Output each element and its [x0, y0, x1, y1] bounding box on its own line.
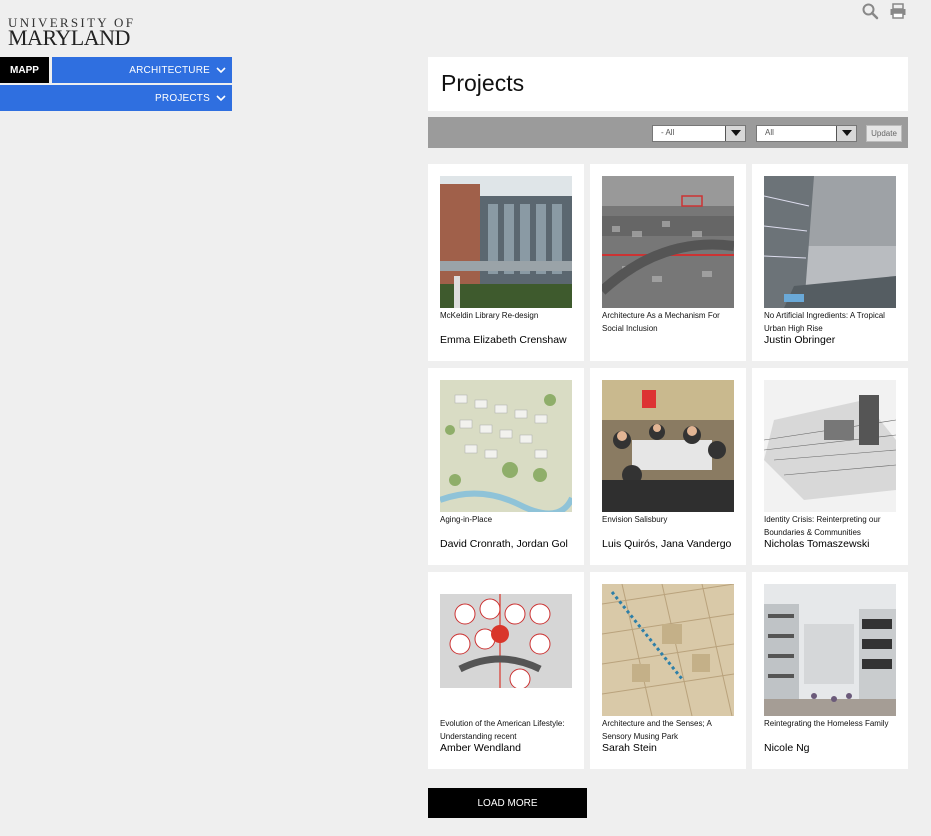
project-card[interactable]: Evolution of the American Lifestyle: Und…: [428, 572, 584, 769]
project-author[interactable]: Justin Obringer: [764, 334, 904, 346]
page-title-box: Projects: [428, 57, 908, 111]
dropdown-arrow-icon: [836, 126, 856, 141]
chevron-down-icon: [216, 95, 226, 102]
header-tools: [861, 2, 907, 20]
project-title[interactable]: McKeldin Library Re-design: [440, 309, 576, 322]
page-title: Projects: [441, 70, 525, 96]
nav-projects-label: PROJECTS: [155, 92, 210, 104]
project-thumbnail[interactable]: [440, 380, 572, 512]
project-card[interactable]: Reintegrating the Homeless Family Nicole…: [752, 572, 908, 769]
project-card[interactable]: Envision Salisbury Luis Quirós, Jana Van…: [590, 368, 746, 565]
project-thumbnail[interactable]: [764, 176, 896, 308]
project-title[interactable]: Envision Salisbury: [602, 513, 738, 526]
print-icon[interactable]: [889, 2, 907, 20]
project-title[interactable]: Evolution of the American Lifestyle: Und…: [440, 717, 576, 743]
filter-select-2[interactable]: All: [756, 125, 857, 142]
filter-bar: - All All Update: [428, 117, 908, 148]
dropdown-arrow-icon: [725, 126, 745, 141]
project-author[interactable]: David Cronrath, Jordan Gol: [440, 538, 580, 550]
project-author[interactable]: Nicole Ng: [764, 742, 904, 754]
project-thumbnail[interactable]: [440, 176, 572, 308]
filter-select-1-value: - All: [661, 128, 675, 137]
filter-select-1[interactable]: - All: [652, 125, 746, 142]
project-thumbnail[interactable]: [440, 584, 572, 716]
project-title[interactable]: Identity Crisis: Reinterpreting our Boun…: [764, 513, 900, 539]
project-title[interactable]: No Artificial Ingredients: A Tropical Ur…: [764, 309, 900, 335]
nav-projects[interactable]: PROJECTS: [0, 85, 232, 111]
project-card[interactable]: Aging-in-Place David Cronrath, Jordan Go…: [428, 368, 584, 565]
project-author[interactable]: Sarah Stein: [602, 742, 742, 754]
update-button[interactable]: Update: [866, 125, 902, 142]
project-card[interactable]: No Artificial Ingredients: A Tropical Ur…: [752, 164, 908, 361]
project-thumbnail[interactable]: [764, 380, 896, 512]
nav-mapp[interactable]: MAPP: [0, 57, 49, 83]
project-card[interactable]: Architecture and the Senses; A Sensory M…: [590, 572, 746, 769]
project-author[interactable]: Luis Quirós, Jana Vandergo: [602, 538, 742, 550]
project-title[interactable]: Aging-in-Place: [440, 513, 576, 526]
project-title[interactable]: Architecture and the Senses; A Sensory M…: [602, 717, 738, 743]
project-title[interactable]: Reintegrating the Homeless Family: [764, 717, 900, 730]
logo-line-2: MARYLAND: [8, 25, 130, 50]
project-card[interactable]: McKeldin Library Re-design Emma Elizabet…: [428, 164, 584, 361]
nav-architecture[interactable]: ARCHITECTURE: [52, 57, 232, 83]
project-thumbnail[interactable]: [602, 380, 734, 512]
filter-select-2-value: All: [765, 128, 774, 137]
nav-mapp-label: MAPP: [10, 64, 39, 76]
load-more-button[interactable]: LOAD MORE: [428, 788, 587, 818]
project-author[interactable]: Emma Elizabeth Crenshaw: [440, 334, 580, 346]
project-thumbnail[interactable]: [602, 584, 734, 716]
project-card[interactable]: Architecture As a Mechanism For Social I…: [590, 164, 746, 361]
project-thumbnail[interactable]: [764, 584, 896, 716]
project-author[interactable]: Nicholas Tomaszewski: [764, 538, 904, 550]
university-logo[interactable]: UNIVERSITY OF MARYLAND: [8, 16, 135, 50]
project-thumbnail[interactable]: [602, 176, 734, 308]
search-icon[interactable]: [861, 2, 879, 20]
nav-architecture-label: ARCHITECTURE: [129, 64, 210, 76]
chevron-down-icon: [216, 67, 226, 74]
project-card[interactable]: Identity Crisis: Reinterpreting our Boun…: [752, 368, 908, 565]
project-author[interactable]: Amber Wendland: [440, 742, 580, 754]
project-title[interactable]: Architecture As a Mechanism For Social I…: [602, 309, 738, 335]
